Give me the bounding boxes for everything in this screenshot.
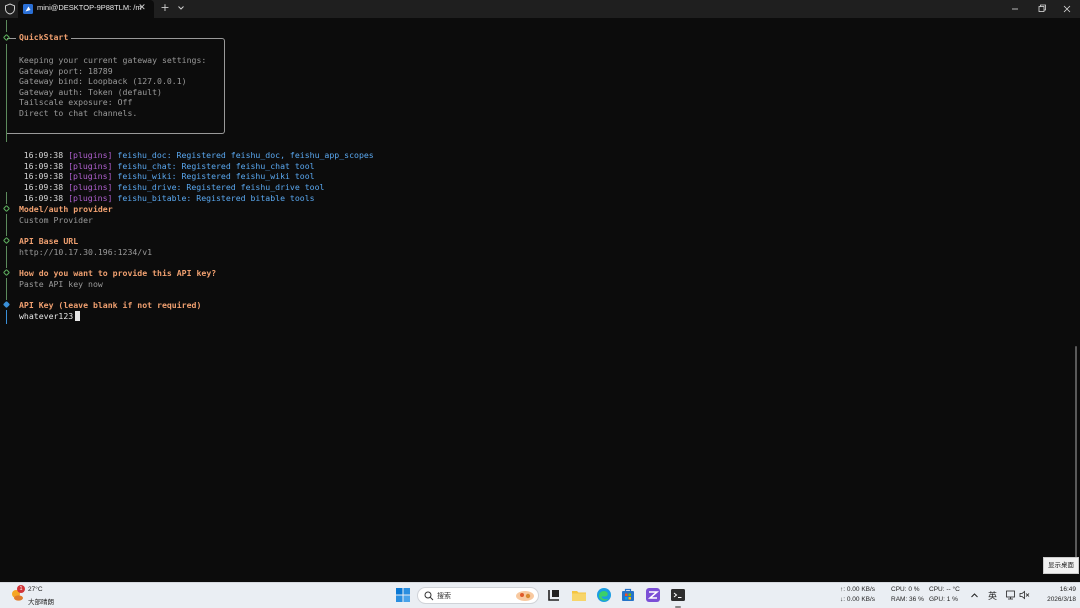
prompt-answer: Paste API key now xyxy=(19,279,103,289)
text-cursor xyxy=(75,311,80,321)
log-line: 16:09:38 [plugins] feishu_bitable: Regis… xyxy=(4,183,315,203)
notification-badge: 1 xyxy=(17,585,25,593)
log-line: 16:09:38 [plugins] feishu_drive: Registe… xyxy=(4,172,325,192)
network-icon[interactable] xyxy=(1006,590,1016,600)
tab-title: mini@DESKTOP-9P88TLM: /m xyxy=(37,3,142,12)
quickstart-line: Gateway auth: Token (default) xyxy=(19,87,162,97)
gutter-line xyxy=(6,278,7,300)
gutter-line xyxy=(6,20,7,32)
quickstart-box xyxy=(7,38,225,134)
cpu-usage: CPU: 0 % xyxy=(891,586,920,593)
prompt-question: API Base URL xyxy=(19,236,79,246)
scrollbar[interactable] xyxy=(1075,346,1077,566)
prompt-answer: Custom Provider xyxy=(19,215,93,225)
close-window-button[interactable] xyxy=(1054,0,1080,18)
quickstart-line: Gateway port: 18789 xyxy=(19,66,113,76)
restore-button[interactable] xyxy=(1028,0,1054,18)
search-highlight-icon xyxy=(516,591,534,601)
clock-date[interactable]: 2026/3/18 xyxy=(1030,596,1076,603)
api-key-input[interactable]: whatever123 xyxy=(19,311,73,321)
new-tab-button[interactable]: + xyxy=(159,1,171,15)
windows-start-icon[interactable] xyxy=(396,588,410,602)
step-marker-icon xyxy=(2,236,11,245)
show-desktop-tooltip[interactable]: 显示桌面 xyxy=(1043,557,1079,574)
log-tag: [plugins] xyxy=(68,193,113,203)
cpu-temperature: CPU: -- °C xyxy=(929,586,960,593)
title-bar: mini@DESKTOP-9P88TLM: /m ✕ + xyxy=(0,0,1080,18)
terminal-taskbar-button[interactable] xyxy=(670,587,686,608)
shield-icon[interactable] xyxy=(4,3,16,15)
log-line: 16:09:38 [plugins] feishu_doc: Registere… xyxy=(4,140,374,160)
quickstart-line: Keeping your current gateway settings: xyxy=(19,55,207,65)
quickstart-title: QuickStart xyxy=(16,32,72,43)
log-message: feishu_bitable: Registered bitable tools xyxy=(117,193,315,203)
purple-app-icon[interactable] xyxy=(645,587,661,603)
network-download-speed: ↓: 0.00 KB/s xyxy=(840,596,876,603)
log-line: 16:09:38 [plugins] feishu_chat: Register… xyxy=(4,151,315,171)
log-line: 16:09:38 [plugins] feishu_wiki: Register… xyxy=(4,161,315,181)
chevron-down-icon[interactable] xyxy=(176,2,186,14)
gutter-line xyxy=(6,214,7,236)
clock-time[interactable]: 16:49 xyxy=(1040,586,1076,593)
step-marker-icon xyxy=(2,268,11,277)
search-icon xyxy=(424,591,434,601)
taskbar-search[interactable]: 搜索 xyxy=(417,587,539,604)
prompt-answer: http://10.17.30.196:1234/v1 xyxy=(19,247,153,257)
terminal-tab[interactable]: mini@DESKTOP-9P88TLM: /m ✕ xyxy=(18,0,154,18)
linux-icon xyxy=(23,4,33,14)
taskbar: 1 27°C 大部晴朗 搜索 ↑: 0.00 KB/s ↓: 0.00 KB/s… xyxy=(0,582,1080,608)
prompt-question: Model/auth provider xyxy=(19,204,113,214)
quickstart-line: Direct to chat channels. xyxy=(19,108,138,118)
terminal-icon xyxy=(671,589,685,601)
log-time: 16:09:38 xyxy=(23,193,64,203)
weather-description[interactable]: 大部晴朗 xyxy=(28,596,54,606)
quickstart-line: Gateway bind: Loopback (127.0.0.1) xyxy=(19,76,187,86)
quickstart-line: Tailscale exposure: Off xyxy=(19,97,133,107)
store-icon[interactable] xyxy=(620,587,636,603)
gutter-line xyxy=(6,310,7,324)
edge-browser-icon[interactable] xyxy=(596,587,612,603)
active-step-marker-icon xyxy=(2,300,11,309)
minimize-button[interactable] xyxy=(1002,0,1028,18)
prompt-question: How do you want to provide this API key? xyxy=(19,268,217,278)
task-view-icon[interactable] xyxy=(546,587,562,603)
prompt-question: API Key (leave blank if not required) xyxy=(19,300,202,310)
input-method-indicator[interactable]: 英 xyxy=(988,589,997,602)
volume-muted-icon[interactable] xyxy=(1019,590,1030,600)
file-explorer-icon[interactable] xyxy=(571,587,587,603)
tab-close-button[interactable]: ✕ xyxy=(136,2,148,14)
search-label: 搜索 xyxy=(437,593,451,600)
terminal-output[interactable]: QuickStart Keeping your current gateway … xyxy=(0,18,1080,582)
weather-temperature[interactable]: 27°C xyxy=(28,586,43,593)
ram-usage: RAM: 36 % xyxy=(891,596,924,603)
network-upload-speed: ↑: 0.00 KB/s xyxy=(840,586,876,593)
gutter-line xyxy=(6,246,7,268)
gpu-usage: GPU: 1 % xyxy=(929,596,958,603)
chevron-up-icon[interactable] xyxy=(970,591,979,600)
